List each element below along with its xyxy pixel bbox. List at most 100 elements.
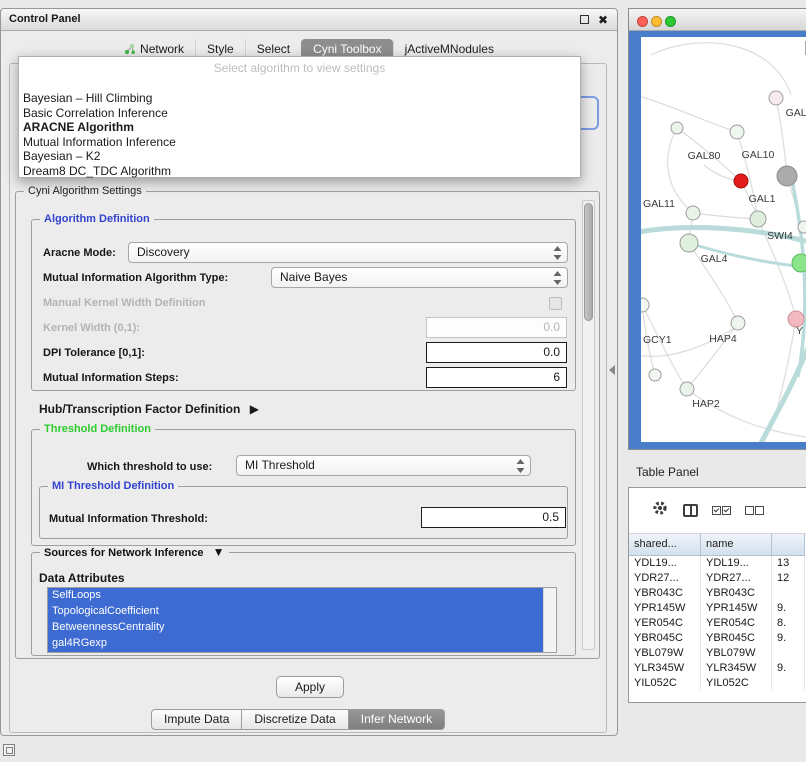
- network-edge[interactable]: [651, 43, 791, 95]
- manual-kernel-checkbox[interactable]: [549, 297, 562, 310]
- control-panel-window: Control Panel ✖ NetworkStyleSelectCyni T…: [0, 8, 618, 736]
- mi-type-select[interactable]: Naive Bayes: [271, 267, 568, 288]
- aracne-mode-select[interactable]: Discovery: [128, 242, 568, 263]
- bottom-tab-discretize-data[interactable]: Discretize Data: [242, 709, 348, 730]
- network-view-window: GAL80GAL10GAL7GAL11GAL1SWI4GAL4GCY1HAP4H…: [628, 8, 806, 450]
- table-cell: [772, 676, 805, 691]
- table-row[interactable]: YDR27...YDR27...12: [629, 571, 806, 586]
- control-panel-titlebar[interactable]: Control Panel ✖: [1, 9, 617, 31]
- select-all-columns-icon[interactable]: [712, 506, 731, 515]
- network-node[interactable]: [731, 316, 745, 330]
- network-node-label: GAL80: [688, 150, 721, 162]
- network-titlebar[interactable]: [629, 9, 806, 31]
- table-row[interactable]: YBR043CYBR043C: [629, 586, 806, 601]
- network-node[interactable]: [750, 211, 766, 227]
- table-row[interactable]: YBL079WYBL079W: [629, 646, 806, 661]
- table-cell: YBR045C: [629, 631, 701, 646]
- network-node[interactable]: [671, 122, 683, 134]
- data-attribute-item-gal4rgexp[interactable]: gal4RGexp: [48, 636, 556, 652]
- sources-group-title[interactable]: Sources for Network Inference ▼: [40, 546, 229, 560]
- network-edge[interactable]: [791, 175, 805, 377]
- algorithm-option-bayesian-hill-climbing[interactable]: Bayesian – Hill Climbing: [21, 91, 578, 106]
- columns-icon[interactable]: [683, 504, 698, 517]
- network-node[interactable]: [649, 369, 661, 381]
- network-edge[interactable]: [693, 213, 758, 219]
- table-cell: YBR045C: [701, 631, 772, 646]
- data-attribute-item-betweennesscentrality[interactable]: BetweennessCentrality: [48, 620, 556, 636]
- dpi-tolerance-input[interactable]: 0.0: [426, 342, 567, 363]
- list-scrollbar[interactable]: [543, 588, 556, 652]
- close-traffic-light[interactable]: [637, 16, 648, 27]
- algorithm-dropdown: Select algorithm to view settings Bayesi…: [18, 56, 581, 178]
- network-node[interactable]: [680, 382, 694, 396]
- tab-label: Cyni Toolbox: [313, 42, 381, 56]
- bottom-tab-bar: Impute DataDiscretize DataInfer Network: [151, 709, 445, 730]
- table-panel-title: Table Panel: [636, 465, 699, 479]
- table-cell: YIL052C: [701, 676, 772, 691]
- table-cell: YBL079W: [629, 646, 701, 661]
- minimize-traffic-light[interactable]: [651, 16, 662, 27]
- network-node[interactable]: [641, 298, 649, 312]
- mi-steps-input[interactable]: 6: [426, 367, 567, 388]
- data-attributes-list[interactable]: SelfLoopsTopologicalCoefficientBetweenne…: [47, 587, 557, 653]
- hub-definition-section[interactable]: Hub/Transcription Factor Definition ▶: [39, 402, 259, 416]
- network-icon: [124, 43, 136, 55]
- scrollbar-thumb[interactable]: [584, 203, 593, 321]
- table-row[interactable]: YBR045CYBR045C9.: [629, 631, 806, 646]
- zoom-traffic-light[interactable]: [665, 16, 676, 27]
- mi-threshold-label: Mutual Information Threshold:: [49, 512, 208, 526]
- close-icon[interactable]: ✖: [598, 12, 608, 28]
- combo-arrows-icon: [552, 270, 563, 292]
- data-attribute-item-selfloops[interactable]: SelfLoops: [48, 588, 556, 604]
- algorithm-option-bayesian-k2[interactable]: Bayesian – K2: [21, 149, 578, 164]
- bottom-tab-impute-data[interactable]: Impute Data: [151, 709, 242, 730]
- table-row[interactable]: YIL052CYIL052C: [629, 676, 806, 691]
- table-cell: YBR043C: [701, 586, 772, 601]
- network-node[interactable]: [792, 254, 806, 272]
- column-header-extra[interactable]: [772, 534, 805, 556]
- table-body: YDL19...YDL19...13YDR27...YDR27...12YBR0…: [629, 556, 806, 702]
- table-row[interactable]: YPR145WYPR145W9.: [629, 601, 806, 616]
- network-canvas[interactable]: GAL80GAL10GAL7GAL11GAL1SWI4GAL4GCY1HAP4H…: [641, 37, 806, 442]
- table-row[interactable]: YLR345WYLR345W9.: [629, 661, 806, 676]
- restore-icon[interactable]: [580, 15, 589, 24]
- deselect-all-columns-icon[interactable]: [745, 506, 764, 515]
- table-row[interactable]: YER054CYER054C8.: [629, 616, 806, 631]
- network-node[interactable]: [686, 206, 700, 220]
- network-node[interactable]: [777, 166, 797, 186]
- kernel-width-input[interactable]: 0.0: [426, 317, 567, 338]
- table-cell: YDL19...: [701, 556, 772, 571]
- network-node[interactable]: [730, 125, 744, 139]
- network-node[interactable]: [769, 91, 783, 105]
- mi-threshold-input[interactable]: 0.5: [421, 507, 566, 528]
- panel-collapse-handle[interactable]: [609, 365, 615, 375]
- table-cell: YIL052C: [629, 676, 701, 691]
- which-threshold-select[interactable]: MI Threshold: [236, 455, 531, 476]
- apply-button[interactable]: Apply: [276, 676, 344, 698]
- data-attribute-item-topologicalcoefficient[interactable]: TopologicalCoefficient: [48, 604, 556, 620]
- algorithm-option-dream8-dc-tdc-algorithm[interactable]: Dream8 DC_TDC Algorithm: [21, 164, 578, 179]
- settings-scrollbar[interactable]: [582, 200, 595, 650]
- network-edge[interactable]: [704, 165, 734, 180]
- algorithm-option-mutual-information-inference[interactable]: Mutual Information Inference: [21, 135, 578, 150]
- collapse-arrow-icon[interactable]: ▼: [213, 545, 225, 559]
- column-header-name[interactable]: name: [701, 534, 772, 556]
- expand-arrow-icon[interactable]: ▶: [250, 402, 259, 416]
- network-node[interactable]: [798, 221, 806, 233]
- dock-panel-icon[interactable]: [3, 744, 15, 756]
- mi-threshold-group-title: MI Threshold Definition: [48, 480, 178, 493]
- network-edge[interactable]: [641, 95, 737, 132]
- mi-type-label: Mutual Information Algorithm Type:: [43, 271, 228, 285]
- table-row[interactable]: YDL19...YDL19...13: [629, 556, 806, 571]
- network-node-label: GAL10: [742, 149, 775, 161]
- network-node[interactable]: [734, 174, 748, 188]
- mi-type-value: Naive Bayes: [280, 270, 347, 284]
- network-node[interactable]: [680, 234, 698, 252]
- bottom-tab-infer-network[interactable]: Infer Network: [349, 709, 445, 730]
- gear-icon[interactable]: [651, 499, 669, 522]
- network-node-label: GAL1: [749, 193, 776, 205]
- algorithm-option-basic-correlation-inference[interactable]: Basic Correlation Inference: [21, 106, 578, 121]
- column-header-shared[interactable]: shared...: [629, 534, 701, 556]
- algorithm-option-aracne-algorithm[interactable]: ARACNE Algorithm: [21, 120, 578, 135]
- network-node-label: GAL7: [786, 107, 806, 119]
